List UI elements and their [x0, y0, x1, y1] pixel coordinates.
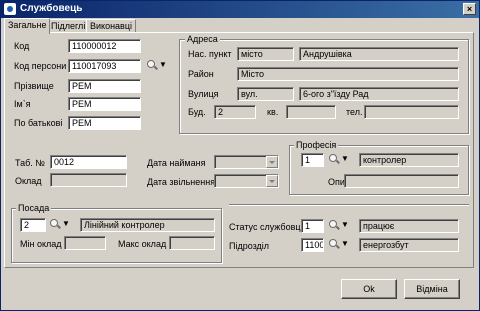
status-name-field[interactable]: працює: [359, 219, 459, 233]
building-field[interactable]: 2: [214, 105, 256, 119]
phone-label: тел.: [346, 107, 363, 117]
magnifier-icon[interactable]: [146, 59, 159, 72]
apartment-field[interactable]: [286, 105, 336, 119]
settlement-field[interactable]: Андрушівка: [299, 47, 459, 61]
tab-general[interactable]: Загальне: [4, 18, 51, 34]
settlement-label: Нас. пункт: [188, 49, 232, 59]
close-button[interactable]: ×: [463, 3, 476, 15]
chevron-down-icon[interactable]: ▼: [341, 220, 349, 229]
position-name-field[interactable]: Лінійний контролер: [80, 218, 215, 232]
first-name-label: Ім`я: [14, 99, 31, 109]
person-code-field[interactable]: 110017093: [68, 59, 141, 73]
last-name-label: Прізвище: [14, 81, 54, 91]
chevron-down-icon[interactable]: ▼: [62, 219, 70, 228]
chevron-down-icon[interactable]: ▼: [159, 60, 167, 69]
dismissal-date-label: Дата звільнення: [147, 177, 216, 187]
chevron-down-icon[interactable]: ▼: [341, 239, 349, 248]
profession-description-field[interactable]: [344, 174, 459, 188]
street-type-field[interactable]: вул.: [237, 87, 294, 101]
profession-name-field[interactable]: контролер: [359, 153, 459, 167]
last-name-field[interactable]: РЕМ: [68, 79, 141, 93]
phone-field[interactable]: [364, 105, 459, 119]
title-bar: Службовець ×: [1, 1, 479, 18]
apartment-label: кв.: [267, 107, 279, 117]
department-name-field[interactable]: енергозбут: [359, 238, 459, 252]
employee-dialog: Службовець × Загальне Підлеглі Виконавці…: [0, 0, 480, 311]
tab-subordinates[interactable]: Підлеглі: [47, 19, 90, 33]
section-divider: [229, 204, 469, 206]
patronymic-field[interactable]: РЕМ: [68, 116, 141, 130]
street-field[interactable]: 6-ого з"їзду Рад: [299, 87, 459, 101]
hire-date-label: Дата найманя: [147, 158, 206, 168]
patronymic-label: По батькові: [14, 118, 63, 128]
profession-code-field[interactable]: 1: [301, 153, 324, 167]
salary-label: Оклад: [15, 176, 42, 186]
district-label: Район: [188, 69, 214, 79]
tab-number-label: Таб. №: [15, 158, 45, 168]
min-salary-label: Мін оклад: [20, 239, 62, 249]
cancel-button[interactable]: Відміна: [404, 279, 460, 299]
chevron-down-icon[interactable]: ▼: [341, 154, 349, 163]
address-legend: Адреса: [185, 34, 220, 44]
dismissal-date-dropdown[interactable]: [266, 175, 278, 187]
ok-button[interactable]: Ok: [341, 279, 397, 299]
status-code-field[interactable]: 1: [301, 219, 324, 233]
building-label: Буд.: [188, 107, 206, 117]
magnifier-icon[interactable]: [328, 238, 341, 251]
hire-date-dropdown[interactable]: [266, 156, 278, 168]
magnifier-icon[interactable]: [328, 153, 341, 166]
profession-legend: Професія: [294, 140, 339, 150]
min-salary-field[interactable]: [64, 236, 106, 250]
district-field[interactable]: Місто: [237, 67, 459, 81]
department-code-field[interactable]: 11000: [301, 238, 324, 252]
code-label: Код: [14, 41, 30, 51]
magnifier-icon[interactable]: [328, 219, 341, 232]
tab-number-field[interactable]: 0012: [50, 155, 127, 169]
code-field[interactable]: 110000012: [68, 39, 141, 53]
magnifier-icon[interactable]: [49, 218, 62, 231]
person-code-label: Код персони: [14, 61, 67, 71]
position-legend: Посада: [16, 203, 52, 213]
tab-executors[interactable]: Виконавці: [86, 19, 136, 33]
settlement-type-field[interactable]: місто: [237, 47, 294, 61]
salary-field[interactable]: [50, 173, 127, 187]
max-salary-label: Макс оклад: [118, 239, 167, 249]
status-label: Статус службовця: [229, 222, 306, 232]
department-label: Підрозділ: [229, 241, 270, 251]
app-icon: [4, 3, 16, 15]
window-title: Службовець: [20, 3, 83, 14]
street-label: Вулиця: [188, 89, 219, 99]
first-name-field[interactable]: РЕМ: [68, 97, 141, 111]
max-salary-field[interactable]: [169, 236, 215, 250]
position-code-field[interactable]: 2: [20, 218, 46, 232]
